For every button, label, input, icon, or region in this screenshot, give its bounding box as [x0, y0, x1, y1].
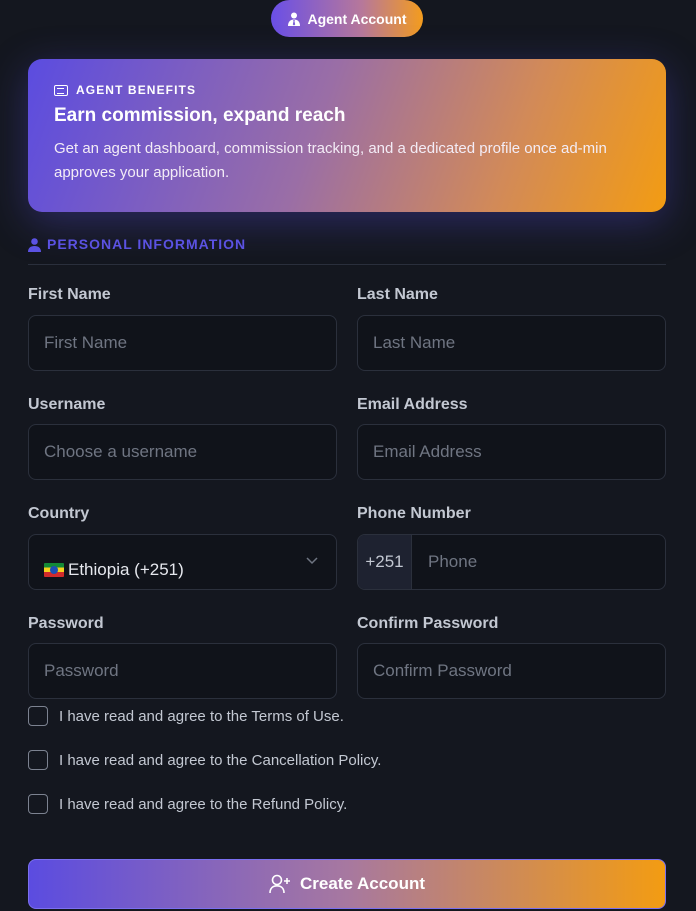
terms-checkbox[interactable] [28, 706, 48, 726]
cancellation-checkbox[interactable] [28, 750, 48, 770]
user-plus-icon [269, 874, 290, 894]
cancellation-agreement-label: I have read and agree to the Cancellatio… [59, 751, 382, 769]
refund-agreement-label: I have read and agree to the Refund Poli… [59, 795, 348, 813]
email-label: Email Address [357, 396, 468, 413]
terms-agreement-label: I have read and agree to the Terms of Us… [59, 707, 344, 725]
chevron-down-icon [306, 557, 318, 565]
agent-benefits-banner: AGENT BENEFITS Earn commission, expand r… [28, 59, 666, 212]
phone-label: Phone Number [357, 505, 471, 522]
agent-account-badge: Agent Account [271, 0, 423, 37]
confirm-password-label: Confirm Password [357, 615, 499, 632]
country-select[interactable]: Ethiopia (+251) [28, 534, 337, 590]
last-name-label: Last Name [357, 286, 438, 303]
section-title: PERSONAL INFORMATION [47, 236, 247, 252]
refund-agreement-row: I have read and agree to the Refund Poli… [28, 794, 347, 814]
username-input[interactable] [28, 424, 337, 480]
phone-country-code: +251 [358, 535, 412, 589]
email-input[interactable] [357, 424, 666, 480]
personal-information-heading: PERSONAL INFORMATION [28, 236, 666, 265]
confirm-password-input[interactable] [357, 643, 666, 699]
terms-agreement-row: I have read and agree to the Terms of Us… [28, 706, 344, 726]
id-card-icon [54, 84, 68, 96]
country-selected-value: Ethiopia (+251) [68, 560, 184, 579]
phone-field: +251 [357, 534, 666, 590]
first-name-label: First Name [28, 286, 111, 303]
agent-signup-page: Agent Account AGENT BENEFITS Earn commis… [0, 0, 696, 911]
banner-description: Get an agent dashboard, commission track… [54, 140, 607, 181]
first-name-input[interactable] [28, 315, 337, 371]
agent-account-badge-label: Agent Account [307, 10, 407, 27]
banner-kicker-text: AGENT BENEFITS [76, 83, 197, 97]
banner-kicker: AGENT BENEFITS [54, 83, 640, 97]
create-account-button[interactable]: Create Account [28, 859, 666, 909]
last-name-input[interactable] [357, 315, 666, 371]
password-label: Password [28, 615, 104, 632]
username-label: Username [28, 396, 106, 413]
password-input[interactable] [28, 643, 337, 699]
country-label: Country [28, 505, 90, 522]
user-icon [28, 238, 41, 252]
banner-title: Earn commission, expand reach [54, 105, 346, 126]
create-account-label: Create Account [299, 874, 425, 893]
refund-checkbox[interactable] [28, 794, 48, 814]
cancellation-agreement-row: I have read and agree to the Cancellatio… [28, 750, 381, 770]
user-tie-icon [288, 12, 301, 26]
phone-input[interactable] [412, 535, 665, 589]
ethiopia-flag-icon [44, 563, 64, 577]
